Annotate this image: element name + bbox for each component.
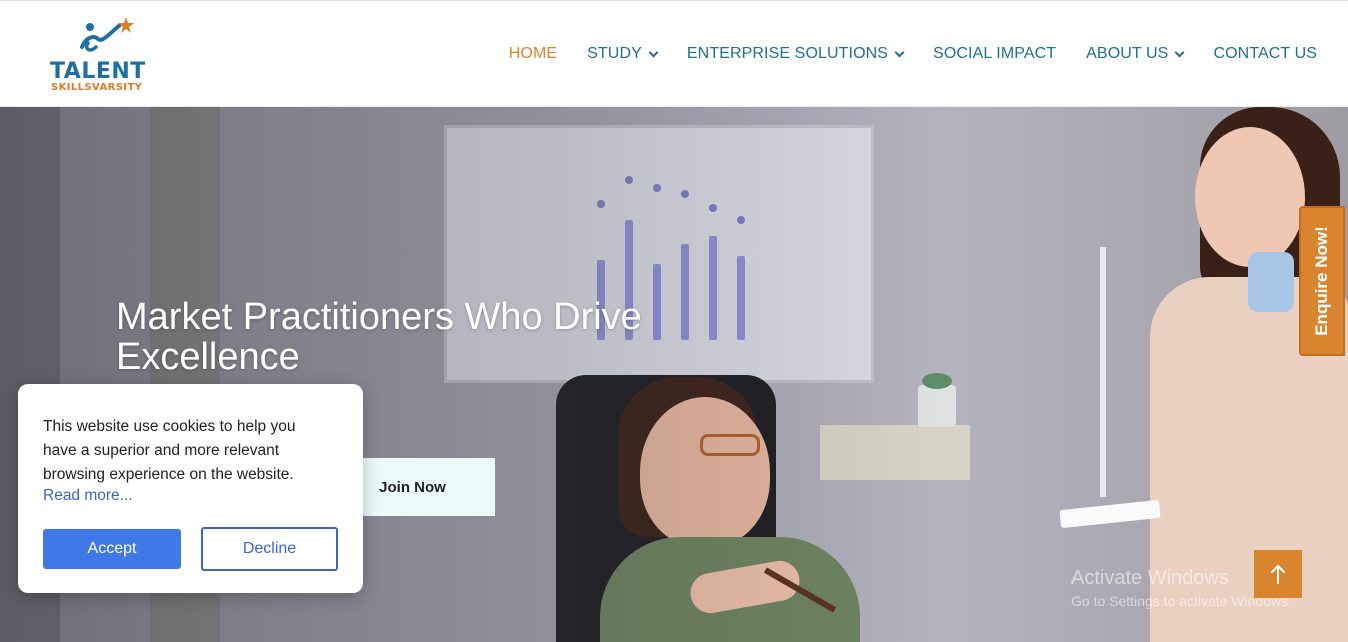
cookie-message: This website use cookies to help you hav… [43, 418, 296, 483]
enquire-now-tab[interactable]: Enquire Now! [1299, 206, 1345, 356]
chevron-down-icon [894, 47, 905, 57]
cookie-decline-button[interactable]: Decline [201, 527, 338, 571]
nav-item-label: ENTERPRISE SOLUTIONS [686, 45, 889, 62]
cookie-accept-button[interactable]: Accept [43, 529, 181, 569]
nav-item-label: HOME [508, 45, 558, 62]
nav-item-contact-us[interactable]: CONTACT US [1213, 45, 1317, 63]
nav-item-label: ABOUT US [1086, 45, 1169, 62]
chevron-down-icon [1175, 47, 1185, 57]
main-nav: HOME STUDY ENTERPRISE SOLUTIONS SOCIAL I… [509, 45, 1317, 63]
nav-item-label: CONTACT US [1213, 45, 1317, 62]
scroll-to-top-button[interactable] [1254, 550, 1302, 598]
logo-wordmark: TALENT [50, 59, 146, 84]
nav-item-study[interactable]: STUDY [587, 45, 659, 63]
enquire-now-label: Enquire Now! [1312, 226, 1331, 336]
logo-runner-icon [80, 17, 134, 52]
nav-item-home[interactable]: HOME [509, 45, 557, 63]
hero-title: Market Practitioners Who Drive Excellenc… [116, 296, 642, 378]
arrow-up-icon [1271, 565, 1285, 584]
cookie-consent-popup: This website use cookies to help you hav… [18, 384, 363, 593]
nav-item-enterprise-solutions[interactable]: ENTERPRISE SOLUTIONS [686, 45, 905, 63]
nav-item-label: SOCIAL IMPACT [933, 45, 1057, 62]
join-now-label: Join Now [379, 478, 446, 496]
cookie-read-more-link[interactable]: Read more... [43, 487, 133, 505]
logo-tagline: SKILLSVARSITY [51, 82, 143, 93]
nav-item-about-us[interactable]: ABOUT US [1086, 45, 1185, 63]
brand-logo[interactable]: TALENT SKILLSVARSITY [50, 17, 160, 97]
nav-item-label: STUDY [587, 45, 642, 62]
chevron-down-icon [648, 47, 659, 57]
site-header: TALENT SKILLSVARSITY HOME STUDY ENTERPRI… [0, 0, 1348, 107]
nav-item-social-impact[interactable]: SOCIAL IMPACT [933, 45, 1056, 63]
